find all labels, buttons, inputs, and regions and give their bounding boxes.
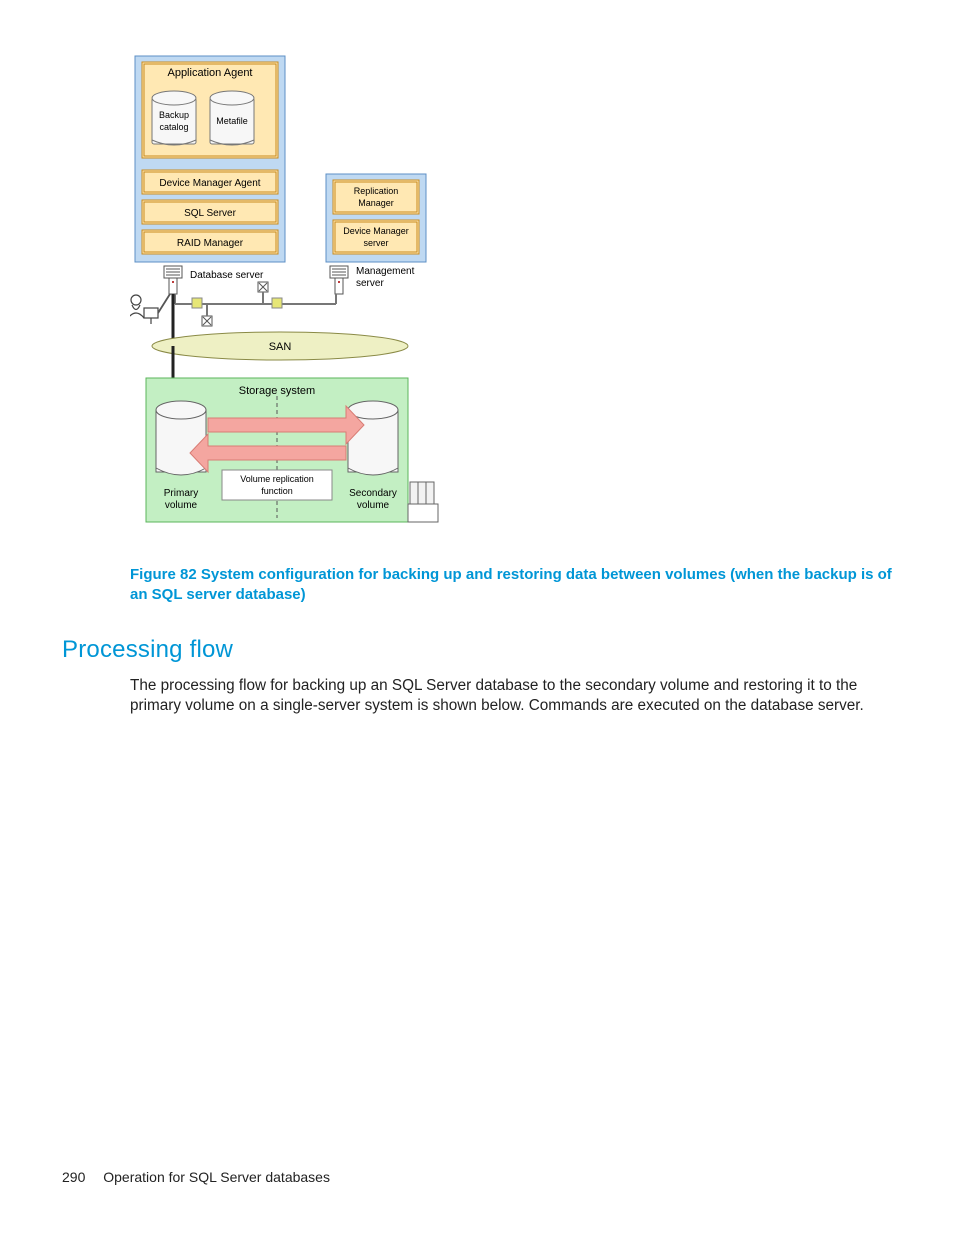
storage-system-label: Storage system	[239, 385, 315, 397]
device-manager-agent-bar: Device Manager Agent	[142, 170, 278, 194]
svg-text:Metafile: Metafile	[216, 116, 248, 126]
application-agent-label: Application Agent	[167, 67, 252, 79]
svg-text:Primary: Primary	[164, 488, 198, 499]
volume-replication-label-l2: function	[261, 486, 293, 496]
sql-server-bar: SQL Server	[142, 200, 278, 224]
backup-catalog-cylinder: Backup catalog	[152, 91, 196, 145]
volume-replication-label-l1: Volume replication	[240, 474, 314, 484]
svg-text:Replication: Replication	[354, 186, 399, 196]
svg-text:volume: volume	[357, 500, 390, 511]
svg-text:Manager: Manager	[358, 198, 394, 208]
figure-caption: Figure 82 System configuration for backi…	[130, 565, 892, 606]
svg-text:server: server	[356, 278, 384, 289]
svg-text:Management: Management	[356, 266, 415, 277]
section-heading-processing-flow: Processing flow	[62, 636, 892, 664]
figure-diagram: Application Agent Backup catalog Metafil…	[130, 50, 892, 535]
replication-manager-box: Replication Manager	[333, 180, 419, 214]
svg-text:Backup: Backup	[159, 110, 189, 120]
svg-text:server: server	[363, 238, 388, 248]
page-footer: 290 Operation for SQL Server databases	[62, 1169, 330, 1185]
svg-text:Secondary: Secondary	[349, 488, 397, 499]
svg-text:Device Manager: Device Manager	[343, 226, 409, 236]
metafile-cylinder: Metafile	[210, 91, 254, 145]
body-paragraph: The processing flow for backing up an SQ…	[130, 676, 892, 717]
svg-text:Device Manager Agent: Device Manager Agent	[159, 178, 260, 189]
management-server-icon: Management server	[330, 266, 415, 294]
svg-text:RAID Manager: RAID Manager	[177, 238, 244, 249]
svg-text:catalog: catalog	[159, 122, 188, 132]
database-server-icon: Database server	[164, 266, 264, 294]
san-label: SAN	[269, 341, 292, 353]
raid-manager-bar: RAID Manager	[142, 230, 278, 254]
svg-text:volume: volume	[165, 500, 198, 511]
disk-array-icon	[408, 482, 438, 522]
database-server-label: Database server	[190, 270, 264, 281]
system-config-diagram: Application Agent Backup catalog Metafil…	[130, 50, 440, 530]
user-icon	[130, 295, 158, 324]
svg-text:SQL Server: SQL Server	[184, 208, 237, 219]
footer-section-title: Operation for SQL Server databases	[103, 1169, 330, 1185]
page-number: 290	[62, 1169, 85, 1185]
device-manager-server-box: Device Manager server	[333, 220, 419, 254]
